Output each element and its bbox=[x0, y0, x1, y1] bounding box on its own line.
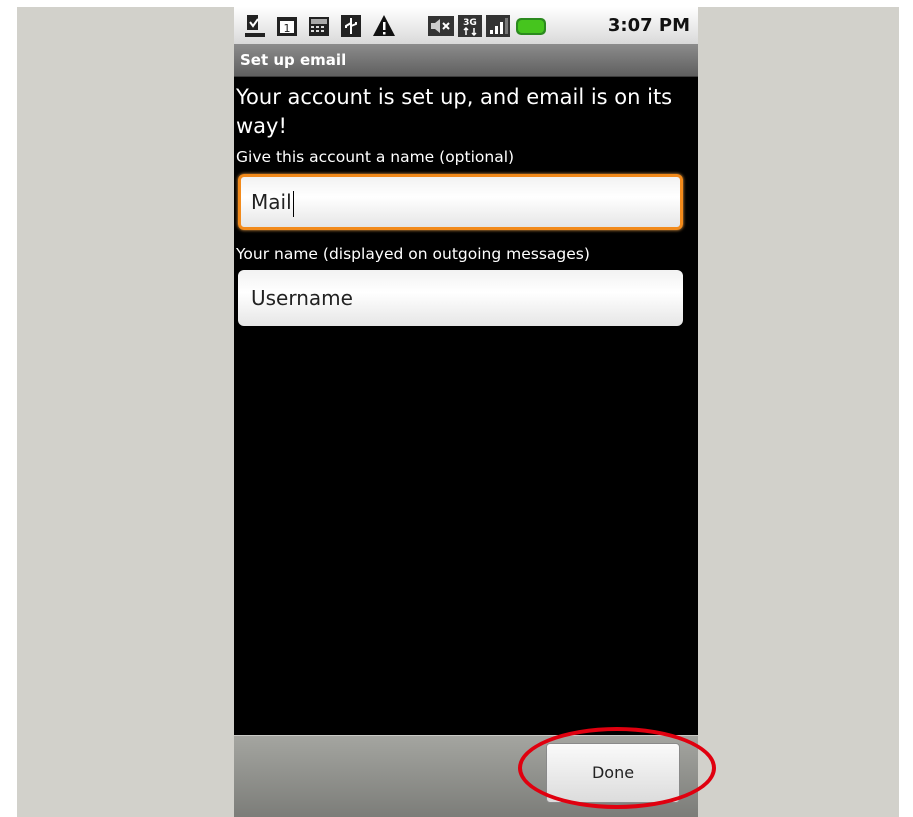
battery-icon bbox=[516, 18, 546, 35]
title-bar: Set up email bbox=[234, 44, 698, 77]
text-cursor bbox=[292, 190, 294, 217]
signal-icon bbox=[486, 15, 510, 37]
usb-icon bbox=[341, 15, 361, 37]
status-bar: 1 3G 3:07 PM bbox=[234, 7, 698, 44]
svg-text:3G: 3G bbox=[463, 18, 477, 28]
account-name-input[interactable]: Mail bbox=[238, 174, 683, 230]
3g-icon: 3G bbox=[458, 15, 482, 37]
warning-icon bbox=[373, 15, 395, 36]
mute-icon bbox=[428, 16, 454, 36]
phone-screen: 1 3G 3:07 PM Set up email Your account i… bbox=[234, 7, 698, 817]
keyboard-icon bbox=[309, 17, 329, 36]
account-name-label: Give this account a name (optional) bbox=[236, 148, 515, 166]
your-name-input[interactable]: Username bbox=[238, 270, 683, 326]
your-name-label: Your name (displayed on outgoing message… bbox=[236, 245, 590, 263]
svg-text:1: 1 bbox=[284, 22, 291, 35]
confirmation-message: Your account is set up, and email is on … bbox=[236, 85, 673, 138]
account-name-value: Mail bbox=[251, 190, 292, 214]
page-title: Set up email bbox=[240, 51, 347, 69]
done-button-highlight-circle bbox=[518, 727, 716, 809]
status-time: 3:07 PM bbox=[607, 15, 690, 36]
your-name-value: Username bbox=[251, 286, 353, 310]
download-icon bbox=[245, 15, 265, 37]
calendar-icon: 1 bbox=[277, 17, 297, 36]
